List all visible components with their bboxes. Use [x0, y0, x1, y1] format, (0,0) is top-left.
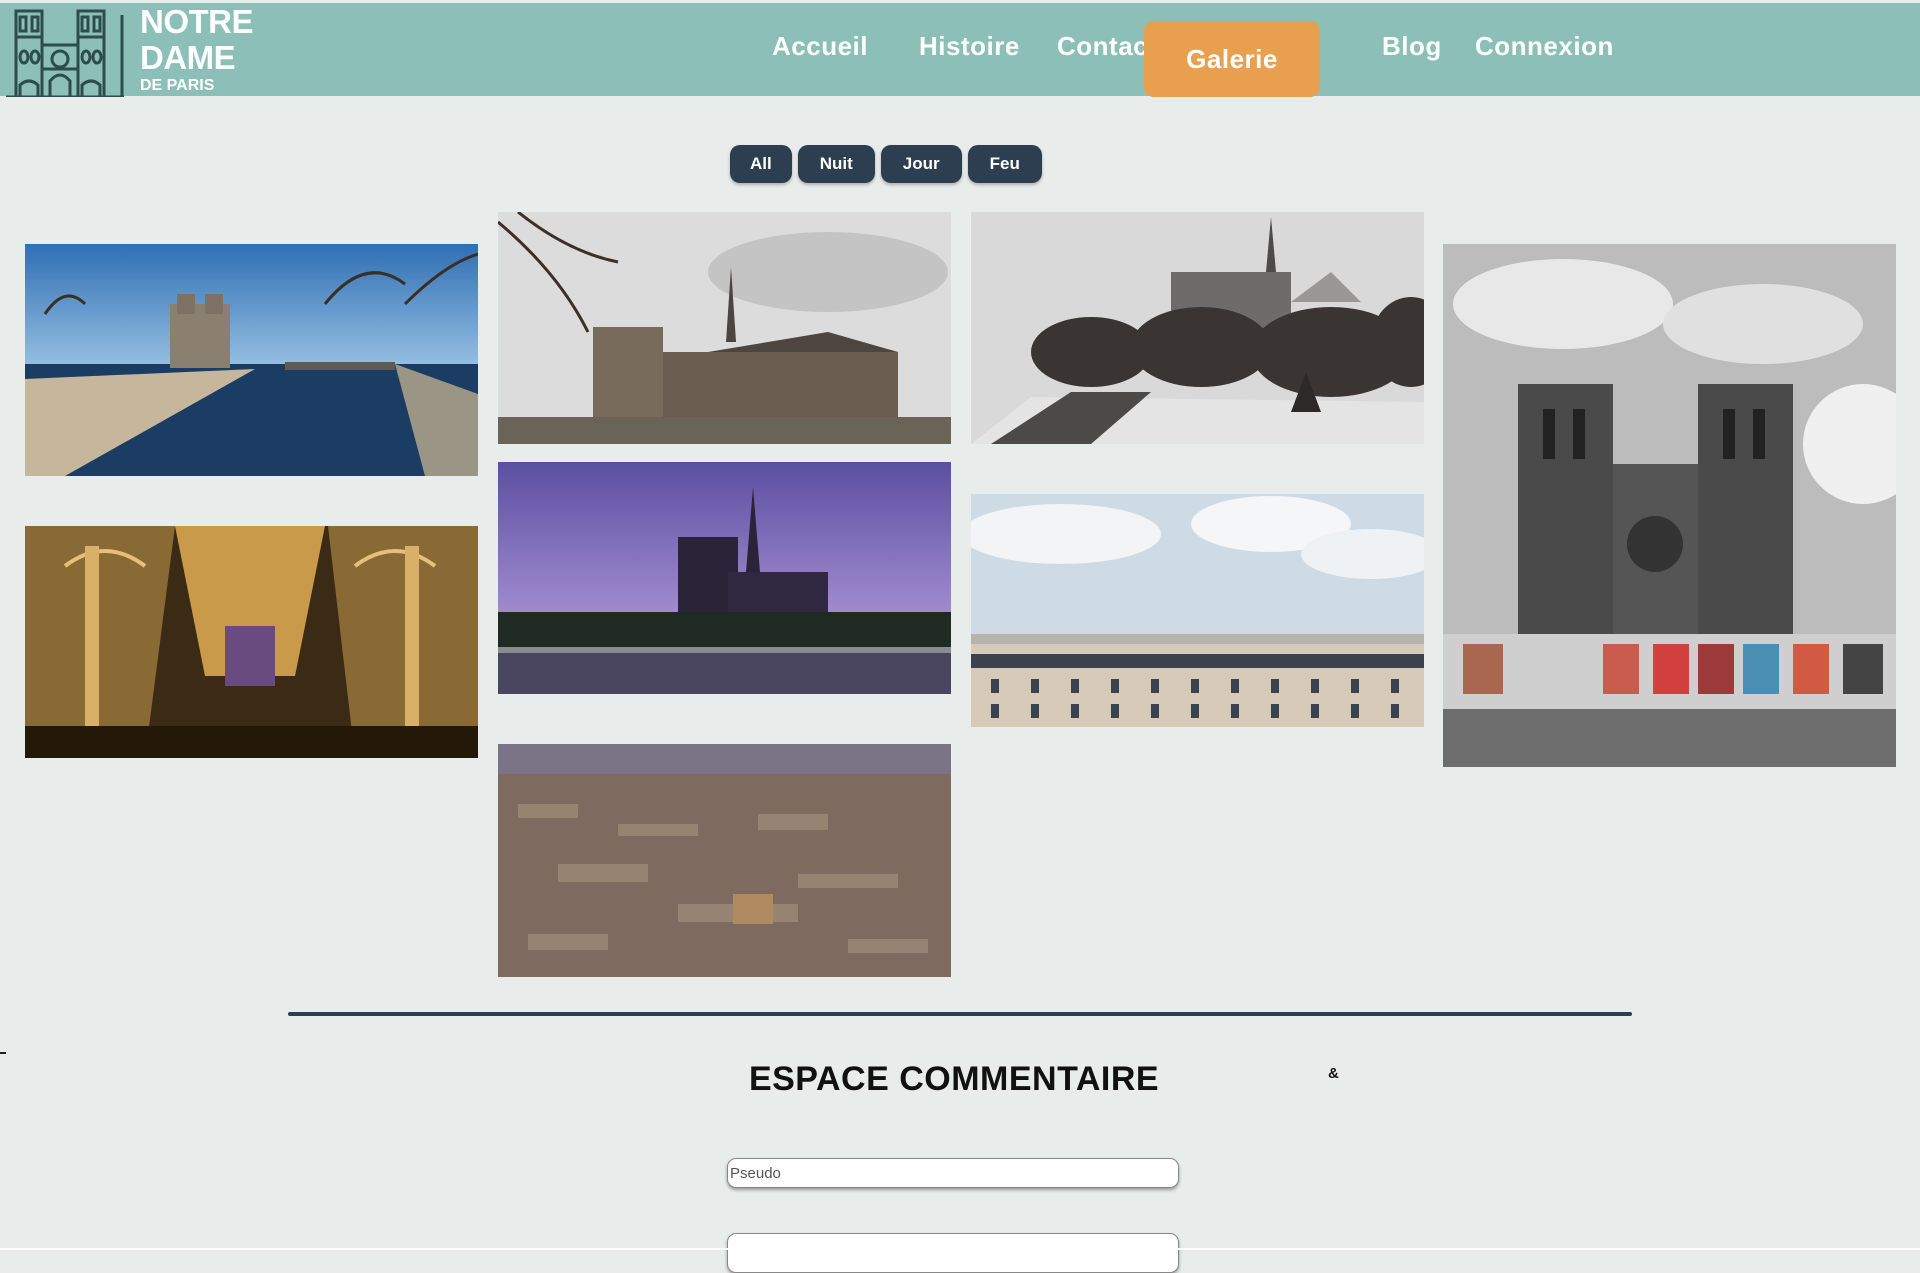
logo[interactable]: NOTRE DAME DE PARIS [0, 3, 280, 99]
gallery-photo-rooftops[interactable] [971, 494, 1424, 727]
cathedral-icon [6, 9, 124, 97]
nav-connexion[interactable]: Connexion [1475, 31, 1614, 62]
logo-line-2: DAME [140, 39, 236, 76]
gallery-photo-interior[interactable] [25, 526, 478, 758]
gallery-photo-facade-bw[interactable] [1443, 244, 1896, 767]
edge-tick [0, 1052, 6, 1054]
nav-contact[interactable]: Contact [1057, 31, 1157, 62]
nav-galerie[interactable]: Galerie [1144, 21, 1320, 97]
section-divider [288, 1012, 1632, 1016]
nav-blog[interactable]: Blog [1382, 31, 1442, 62]
filter-all[interactable]: All [730, 145, 792, 183]
gallery-photo-cathedral-side[interactable] [498, 212, 951, 444]
logo-line-3: DE PARIS [140, 77, 215, 94]
comment-textarea[interactable] [727, 1233, 1179, 1273]
nav-accueil[interactable]: Accueil [772, 31, 868, 62]
gallery-photo-winter[interactable] [971, 212, 1424, 444]
filter-jour[interactable]: Jour [880, 145, 962, 183]
gallery-photo-sunset[interactable] [498, 462, 951, 694]
nav-histoire[interactable]: Histoire [919, 31, 1020, 62]
logo-line-1: NOTRE [140, 3, 254, 40]
comment-section-title: ESPACE COMMENTAIRE [748, 1060, 1160, 1098]
logo-text: NOTRE DAME DE PARIS [140, 3, 254, 94]
gallery-photo-aerial[interactable] [498, 744, 951, 977]
gallery-photo-seine[interactable] [25, 244, 478, 476]
filter-feu[interactable]: Feu [967, 145, 1042, 183]
filter-nuit[interactable]: Nuit [797, 145, 875, 183]
site-header: NOTRE DAME DE PARIS Accueil Histoire Con… [0, 0, 1920, 99]
ampersand-symbol: & [1328, 1065, 1339, 1082]
gallery-filters: All Nuit Jour Feu [730, 145, 1042, 183]
pseudo-input[interactable] [727, 1158, 1179, 1188]
